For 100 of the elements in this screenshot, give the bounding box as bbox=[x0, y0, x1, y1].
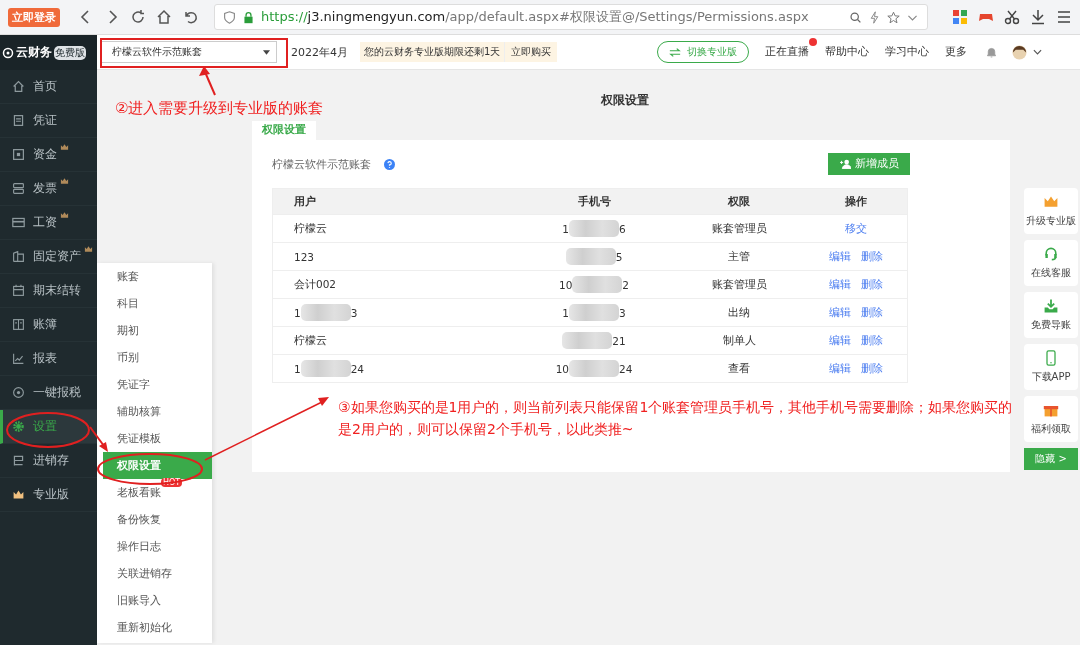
search-icon[interactable] bbox=[849, 10, 862, 24]
annotation-arrow bbox=[89, 426, 108, 452]
user-cell-text: 柠檬云 bbox=[293, 333, 328, 348]
shield-icon bbox=[223, 10, 236, 24]
action-link[interactable]: 编辑 bbox=[828, 249, 851, 264]
action-link[interactable]: 删除 bbox=[860, 333, 883, 348]
lock-icon bbox=[242, 10, 255, 24]
submenu-item[interactable]: 备份恢复 bbox=[117, 512, 161, 527]
role-cell-text: 制单人 bbox=[721, 333, 757, 348]
tool-icon bbox=[1043, 350, 1059, 366]
sidebar-item[interactable]: 发票 bbox=[0, 172, 97, 206]
header-link[interactable]: 正在直播 bbox=[765, 45, 810, 59]
role-cell-text: 账套管理员 bbox=[710, 277, 768, 292]
phone-cell: 1 3 bbox=[562, 304, 626, 321]
action-link[interactable]: 编辑 bbox=[828, 333, 851, 348]
phone-cell: 5 bbox=[565, 248, 623, 265]
user-cell-text: 1 24 bbox=[293, 360, 366, 377]
submenu-item[interactable]: 辅助核算 bbox=[117, 404, 161, 419]
role-cell-text: 出纳 bbox=[727, 305, 751, 320]
address-bar[interactable]: https://j3.ningmengyun.com/app/default.aspx#权限设置@/Settings/Permissions.aspx bbox=[214, 4, 928, 30]
scissors-icon[interactable] bbox=[1004, 9, 1020, 25]
expiry-notice: 您的云财务专业版期限还剩1天 bbox=[360, 42, 505, 62]
action-link[interactable]: 移交 bbox=[844, 221, 867, 236]
add-user-icon bbox=[839, 159, 851, 169]
menu-item-icon bbox=[12, 386, 25, 399]
annotation-text: ②进入需要升级到专业版的账套 bbox=[115, 99, 324, 118]
sidebar-item[interactable]: 设置 bbox=[0, 410, 97, 444]
chevron-down-icon[interactable] bbox=[1033, 49, 1043, 55]
menu-item-icon bbox=[12, 318, 25, 331]
page-title: 权限设置 bbox=[601, 92, 649, 109]
help-icon[interactable] bbox=[384, 158, 395, 170]
annotation-text: ③如果您购买的是1用户的，则当前列表只能保留1个账套管理员手机号，其他手机号需要删除；如果您购买的是2用户的，则可以保留2个手机号，以此类推~ bbox=[338, 398, 1014, 439]
tool-icon bbox=[1043, 298, 1059, 314]
account-select[interactable]: 柠檬云软件示范账套 bbox=[101, 41, 277, 63]
menu-icon[interactable] bbox=[1056, 9, 1072, 25]
menu-item-icon bbox=[12, 284, 25, 297]
user-cell-text: 柠檬云 bbox=[293, 221, 328, 236]
sidebar-item[interactable]: 凭证 bbox=[0, 104, 97, 138]
action-link[interactable]: 删除 bbox=[860, 277, 883, 292]
phone-cell: 10 2 bbox=[558, 276, 630, 293]
swap-icon bbox=[669, 47, 682, 57]
action-link[interactable]: 删除 bbox=[860, 361, 883, 376]
undo-icon[interactable] bbox=[182, 9, 198, 25]
caret-icon bbox=[263, 49, 270, 55]
menu-item-icon bbox=[12, 250, 25, 263]
period-label: 2022年4月 bbox=[291, 44, 348, 60]
menu-item-icon bbox=[12, 182, 25, 195]
phone-cell: 21 bbox=[562, 332, 626, 349]
home-icon[interactable] bbox=[156, 9, 172, 25]
menu-item-icon bbox=[12, 148, 25, 161]
lightning-icon[interactable] bbox=[868, 10, 881, 24]
submenu-item[interactable]: 账套 bbox=[117, 269, 139, 284]
action-link[interactable]: 编辑 bbox=[828, 361, 851, 376]
star-icon[interactable] bbox=[887, 10, 900, 24]
sidebar-item[interactable]: 工资 bbox=[0, 206, 97, 240]
menu-item-icon bbox=[12, 80, 25, 93]
header-link[interactable]: 帮助中心 bbox=[825, 45, 870, 59]
logo-text: 云财务 bbox=[16, 44, 52, 61]
phone-cell: 10 24 bbox=[555, 360, 633, 377]
avatar-icon[interactable] bbox=[1012, 44, 1028, 60]
menu-item-icon bbox=[12, 352, 25, 365]
submenu-item[interactable]: 凭证模板 bbox=[117, 431, 161, 446]
action-link[interactable]: 删除 bbox=[860, 249, 883, 264]
buy-link[interactable]: 立即购买 bbox=[504, 42, 558, 62]
sidebar-item[interactable]: 首页 bbox=[0, 70, 97, 104]
account-name: 柠檬云软件示范账套 bbox=[272, 156, 371, 172]
submenu-item[interactable]: 币别 bbox=[117, 350, 139, 365]
header-link[interactable]: 学习中心 bbox=[885, 45, 930, 59]
tool-button[interactable]: 下载APP bbox=[1024, 344, 1078, 390]
tool-icon bbox=[1043, 194, 1059, 210]
header-link[interactable]: 更多 bbox=[945, 45, 968, 59]
user-cell-text: 123 bbox=[293, 250, 316, 263]
menu-item-icon bbox=[12, 216, 25, 229]
action-link[interactable]: 编辑 bbox=[828, 305, 851, 320]
submenu-item[interactable]: 操作日志 bbox=[117, 539, 161, 554]
tool-button[interactable]: 福利领取 bbox=[1024, 396, 1078, 442]
action-link[interactable]: 删除 bbox=[860, 305, 883, 320]
tool-button[interactable]: 在线客服 bbox=[1024, 240, 1078, 286]
submenu-item[interactable]: 重新初始化 bbox=[117, 620, 172, 635]
submenu-item[interactable]: 旧账导入 bbox=[117, 593, 161, 608]
download-icon[interactable] bbox=[1030, 9, 1046, 25]
submenu-item[interactable]: 凭证字 bbox=[117, 377, 150, 392]
tool-icon bbox=[1043, 246, 1059, 262]
submenu-item[interactable]: 关联进销存 bbox=[117, 566, 172, 581]
sidebar-item[interactable]: 固定资产 bbox=[0, 240, 97, 274]
edition-badge: 免费版 bbox=[54, 45, 86, 60]
bell-icon[interactable] bbox=[985, 45, 999, 59]
reload-icon[interactable] bbox=[130, 9, 146, 25]
submenu-item[interactable]: 老板看账 bbox=[117, 485, 161, 500]
menu-item-icon bbox=[12, 420, 25, 433]
sidebar-item[interactable]: 资金 bbox=[0, 138, 97, 172]
url-text: https://j3.ningmengyun.com/app/default.aspx#权限设置@/Settings/Permissions.aspx bbox=[261, 8, 809, 26]
action-link[interactable]: 编辑 bbox=[828, 277, 851, 292]
logo-icon bbox=[2, 46, 14, 59]
tool-button[interactable]: 免费导账 bbox=[1024, 292, 1078, 338]
submenu-item[interactable]: 科目 bbox=[117, 296, 139, 311]
tool-button[interactable]: 升级专业版 bbox=[1024, 188, 1078, 234]
apps-icon[interactable] bbox=[952, 9, 968, 25]
column-header: 操作 bbox=[843, 194, 868, 209]
submenu-item[interactable]: 期初 bbox=[117, 323, 139, 338]
